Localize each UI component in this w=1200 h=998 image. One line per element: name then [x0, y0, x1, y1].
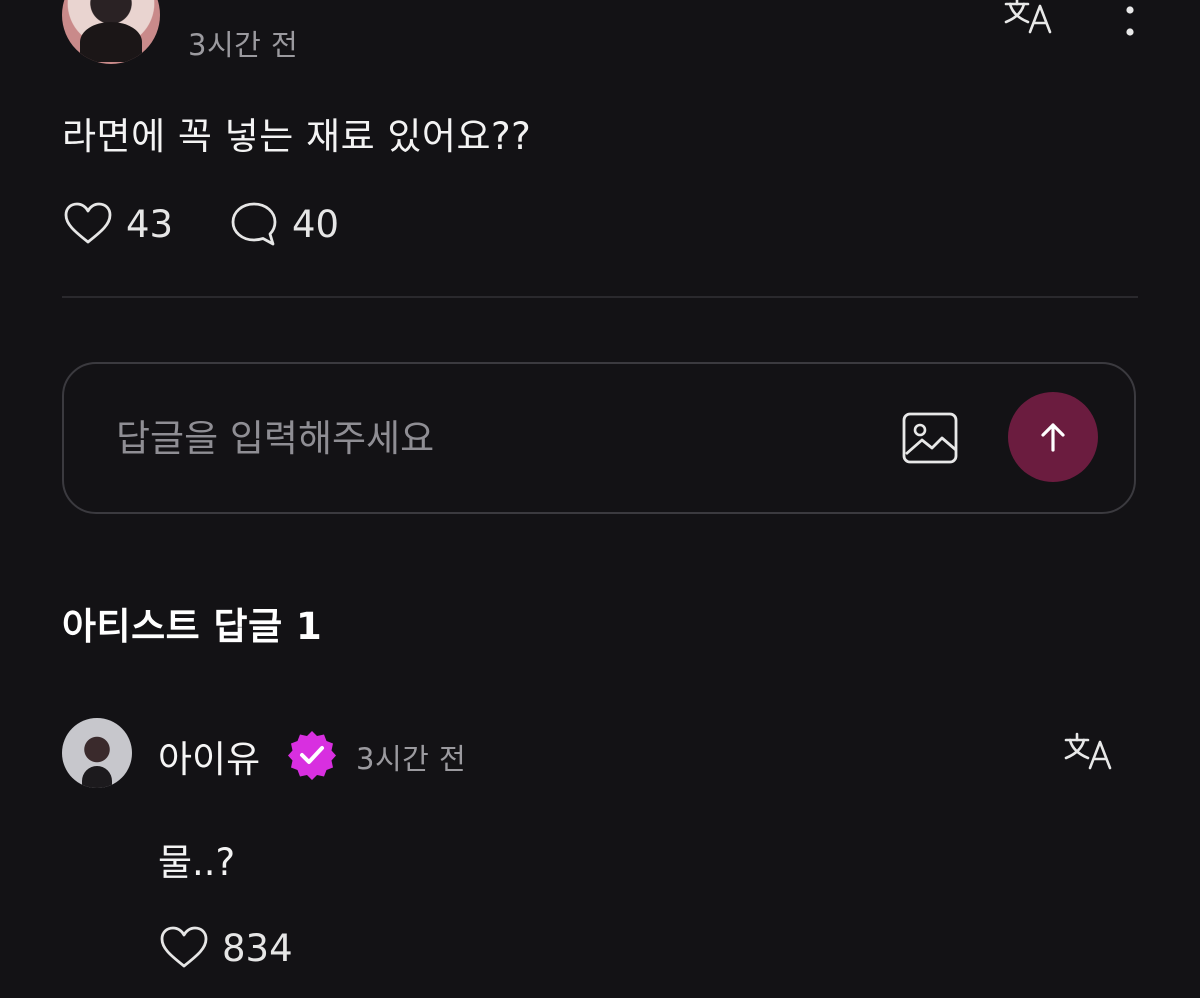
post-like-button[interactable]: 43: [62, 198, 173, 250]
reply-like-count: 834: [222, 926, 293, 970]
post-like-count: 43: [126, 202, 174, 246]
translate-icon[interactable]: [1002, 0, 1056, 36]
divider: [62, 296, 1138, 298]
reply-author-avatar[interactable]: [62, 718, 132, 788]
post-timestamp: 3시간 전: [188, 28, 299, 62]
post-body: 라면에 꼭 넣는 재료 있어요??: [62, 115, 532, 158]
reply-like-button[interactable]: 834: [158, 922, 293, 974]
heart-icon: [160, 926, 208, 968]
more-options-icon[interactable]: [1112, 0, 1148, 46]
reply-author-name[interactable]: 아이유: [158, 729, 260, 783]
reply-body: 물..?: [158, 841, 236, 884]
artist-replies-title: 아티스트 답글 1: [62, 605, 323, 648]
heart-icon: [64, 202, 112, 244]
reply-composer: [62, 362, 1136, 514]
arrow-up-icon: [1041, 423, 1065, 452]
send-button[interactable]: [1008, 392, 1098, 482]
image-attach-icon[interactable]: [898, 406, 962, 470]
post-comment-button[interactable]: 40: [228, 198, 339, 250]
post-comment-count: 40: [292, 202, 340, 246]
comment-icon: [231, 202, 277, 246]
post-author-avatar[interactable]: [62, 0, 160, 64]
reply-timestamp: 3시간 전: [356, 742, 467, 776]
reply-translate-icon[interactable]: [1062, 728, 1116, 772]
reply-input[interactable]: [116, 408, 856, 468]
verified-badge-icon: [286, 728, 338, 780]
